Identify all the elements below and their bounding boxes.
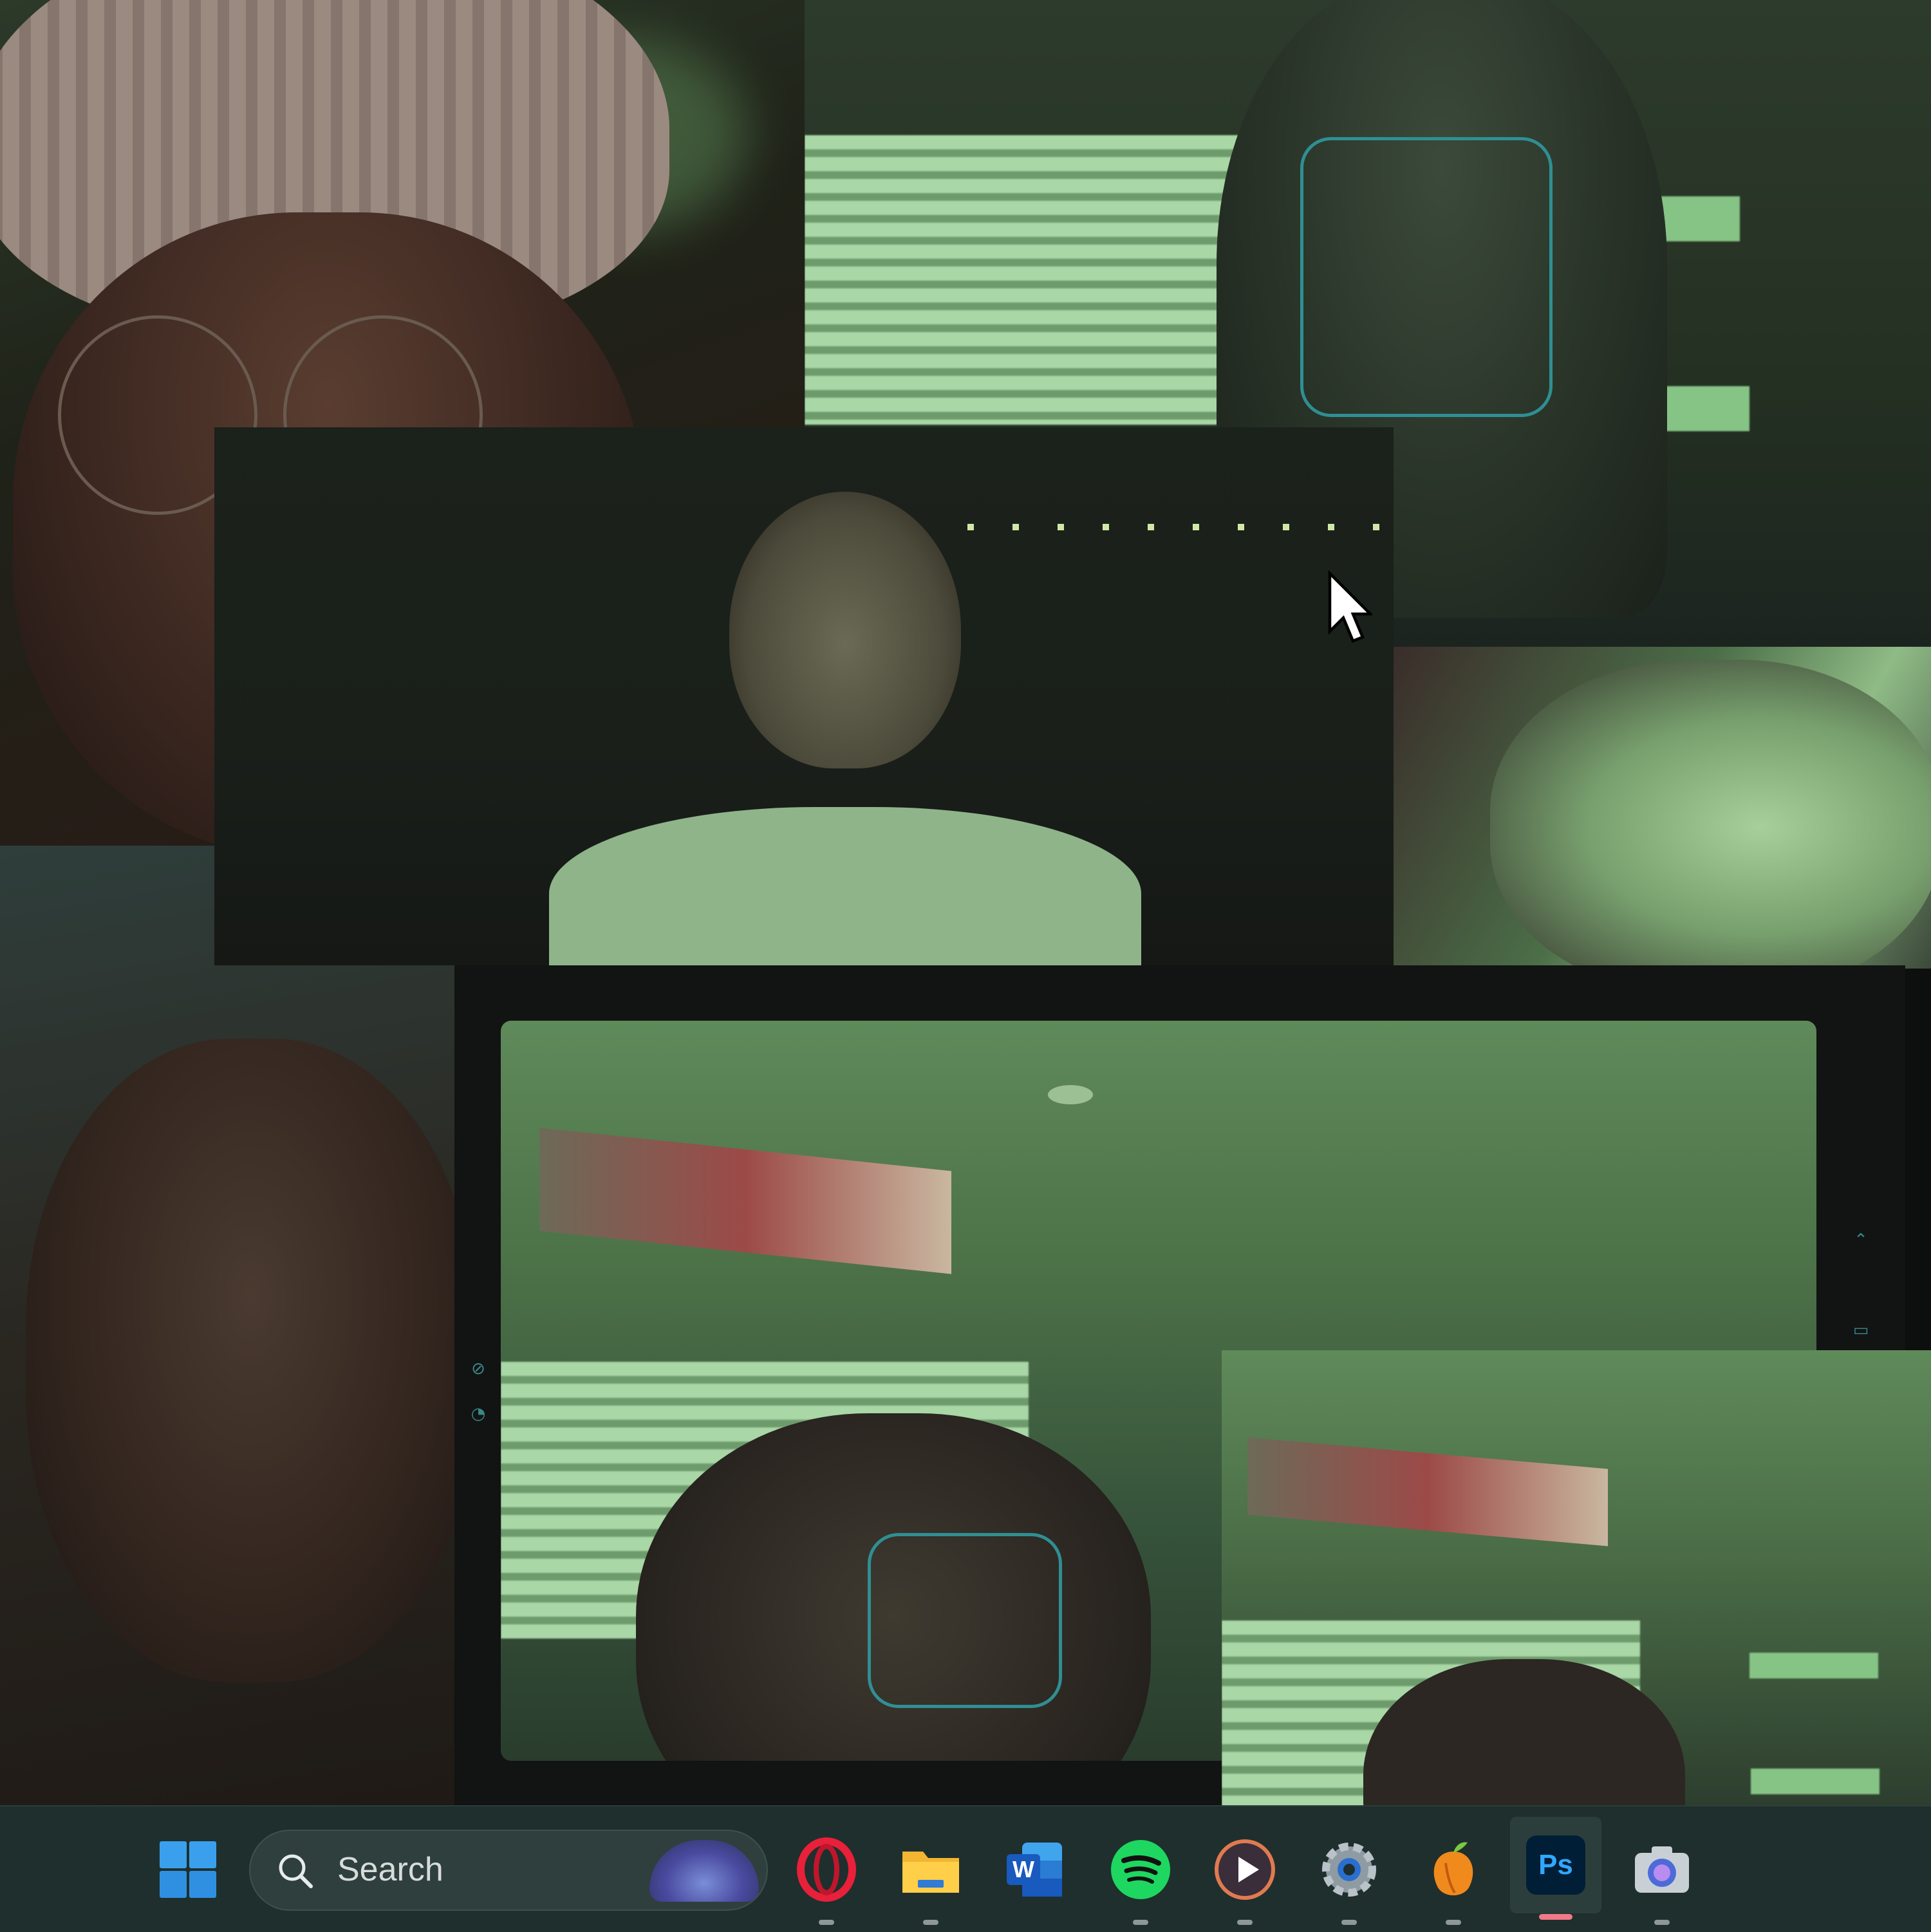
wall-poster bbox=[539, 1128, 951, 1274]
opera-icon bbox=[797, 1837, 856, 1902]
gear-icon bbox=[1322, 1843, 1376, 1897]
photoshop-icon: Ps bbox=[1526, 1835, 1585, 1895]
video-tile-closeup bbox=[1394, 647, 1931, 969]
spotify-button[interactable] bbox=[1105, 1834, 1177, 1925]
chevron-up-icon[interactable]: ⌃ bbox=[1850, 1229, 1872, 1251]
photoshop-button[interactable]: Ps bbox=[1510, 1817, 1601, 1920]
person-head bbox=[729, 492, 961, 768]
word-button[interactable]: W bbox=[999, 1834, 1071, 1906]
search-box[interactable]: Search bbox=[249, 1830, 768, 1911]
opera-button[interactable] bbox=[790, 1834, 863, 1925]
search-highlight-image bbox=[649, 1840, 759, 1902]
camera-button[interactable] bbox=[1626, 1834, 1698, 1925]
running-indicator bbox=[1133, 1920, 1148, 1925]
running-indicator bbox=[1654, 1920, 1670, 1925]
folder-icon bbox=[902, 1852, 959, 1893]
word-icon: W bbox=[1007, 1843, 1062, 1897]
hdr-off-icon[interactable]: ⊘ bbox=[467, 1358, 489, 1380]
play-icon bbox=[1215, 1839, 1275, 1900]
settings-button[interactable] bbox=[1313, 1834, 1385, 1925]
video-tile-bottom-right bbox=[1222, 1350, 1931, 1805]
search-placeholder: Search bbox=[337, 1851, 443, 1888]
windows-start-icon bbox=[160, 1841, 216, 1898]
video-tile-center bbox=[214, 427, 1394, 965]
taskbar: Search W Ps bbox=[0, 1805, 1931, 1932]
camera-icon bbox=[1635, 1846, 1689, 1893]
face-detection-frame bbox=[1300, 137, 1553, 417]
media-player-button[interactable] bbox=[1209, 1834, 1281, 1925]
running-indicator bbox=[1341, 1920, 1357, 1925]
start-button[interactable] bbox=[152, 1834, 224, 1906]
running-indicator bbox=[819, 1920, 834, 1925]
search-icon bbox=[279, 1854, 313, 1888]
file-explorer-button[interactable] bbox=[895, 1834, 967, 1925]
video-icon[interactable]: ▭ bbox=[1850, 1319, 1872, 1341]
string-lights bbox=[967, 524, 1392, 530]
running-indicator bbox=[923, 1920, 938, 1925]
running-indicator bbox=[1446, 1920, 1461, 1925]
timer-off-icon[interactable]: ◔ bbox=[467, 1403, 489, 1425]
active-indicator bbox=[1539, 1914, 1572, 1920]
fl-studio-button[interactable] bbox=[1417, 1834, 1489, 1925]
spotify-icon bbox=[1111, 1840, 1170, 1899]
mouse-cursor-icon bbox=[1328, 570, 1372, 643]
word-glyph: W bbox=[1012, 1856, 1034, 1882]
face-detection-frame bbox=[868, 1533, 1062, 1708]
running-indicator bbox=[1237, 1920, 1253, 1925]
fruit-icon bbox=[1433, 1842, 1473, 1895]
photoshop-glyph: Ps bbox=[1538, 1849, 1573, 1881]
white-shirt bbox=[549, 807, 1141, 965]
video-tile-bottom-left bbox=[0, 846, 454, 1805]
ceiling-light bbox=[1048, 1085, 1093, 1104]
